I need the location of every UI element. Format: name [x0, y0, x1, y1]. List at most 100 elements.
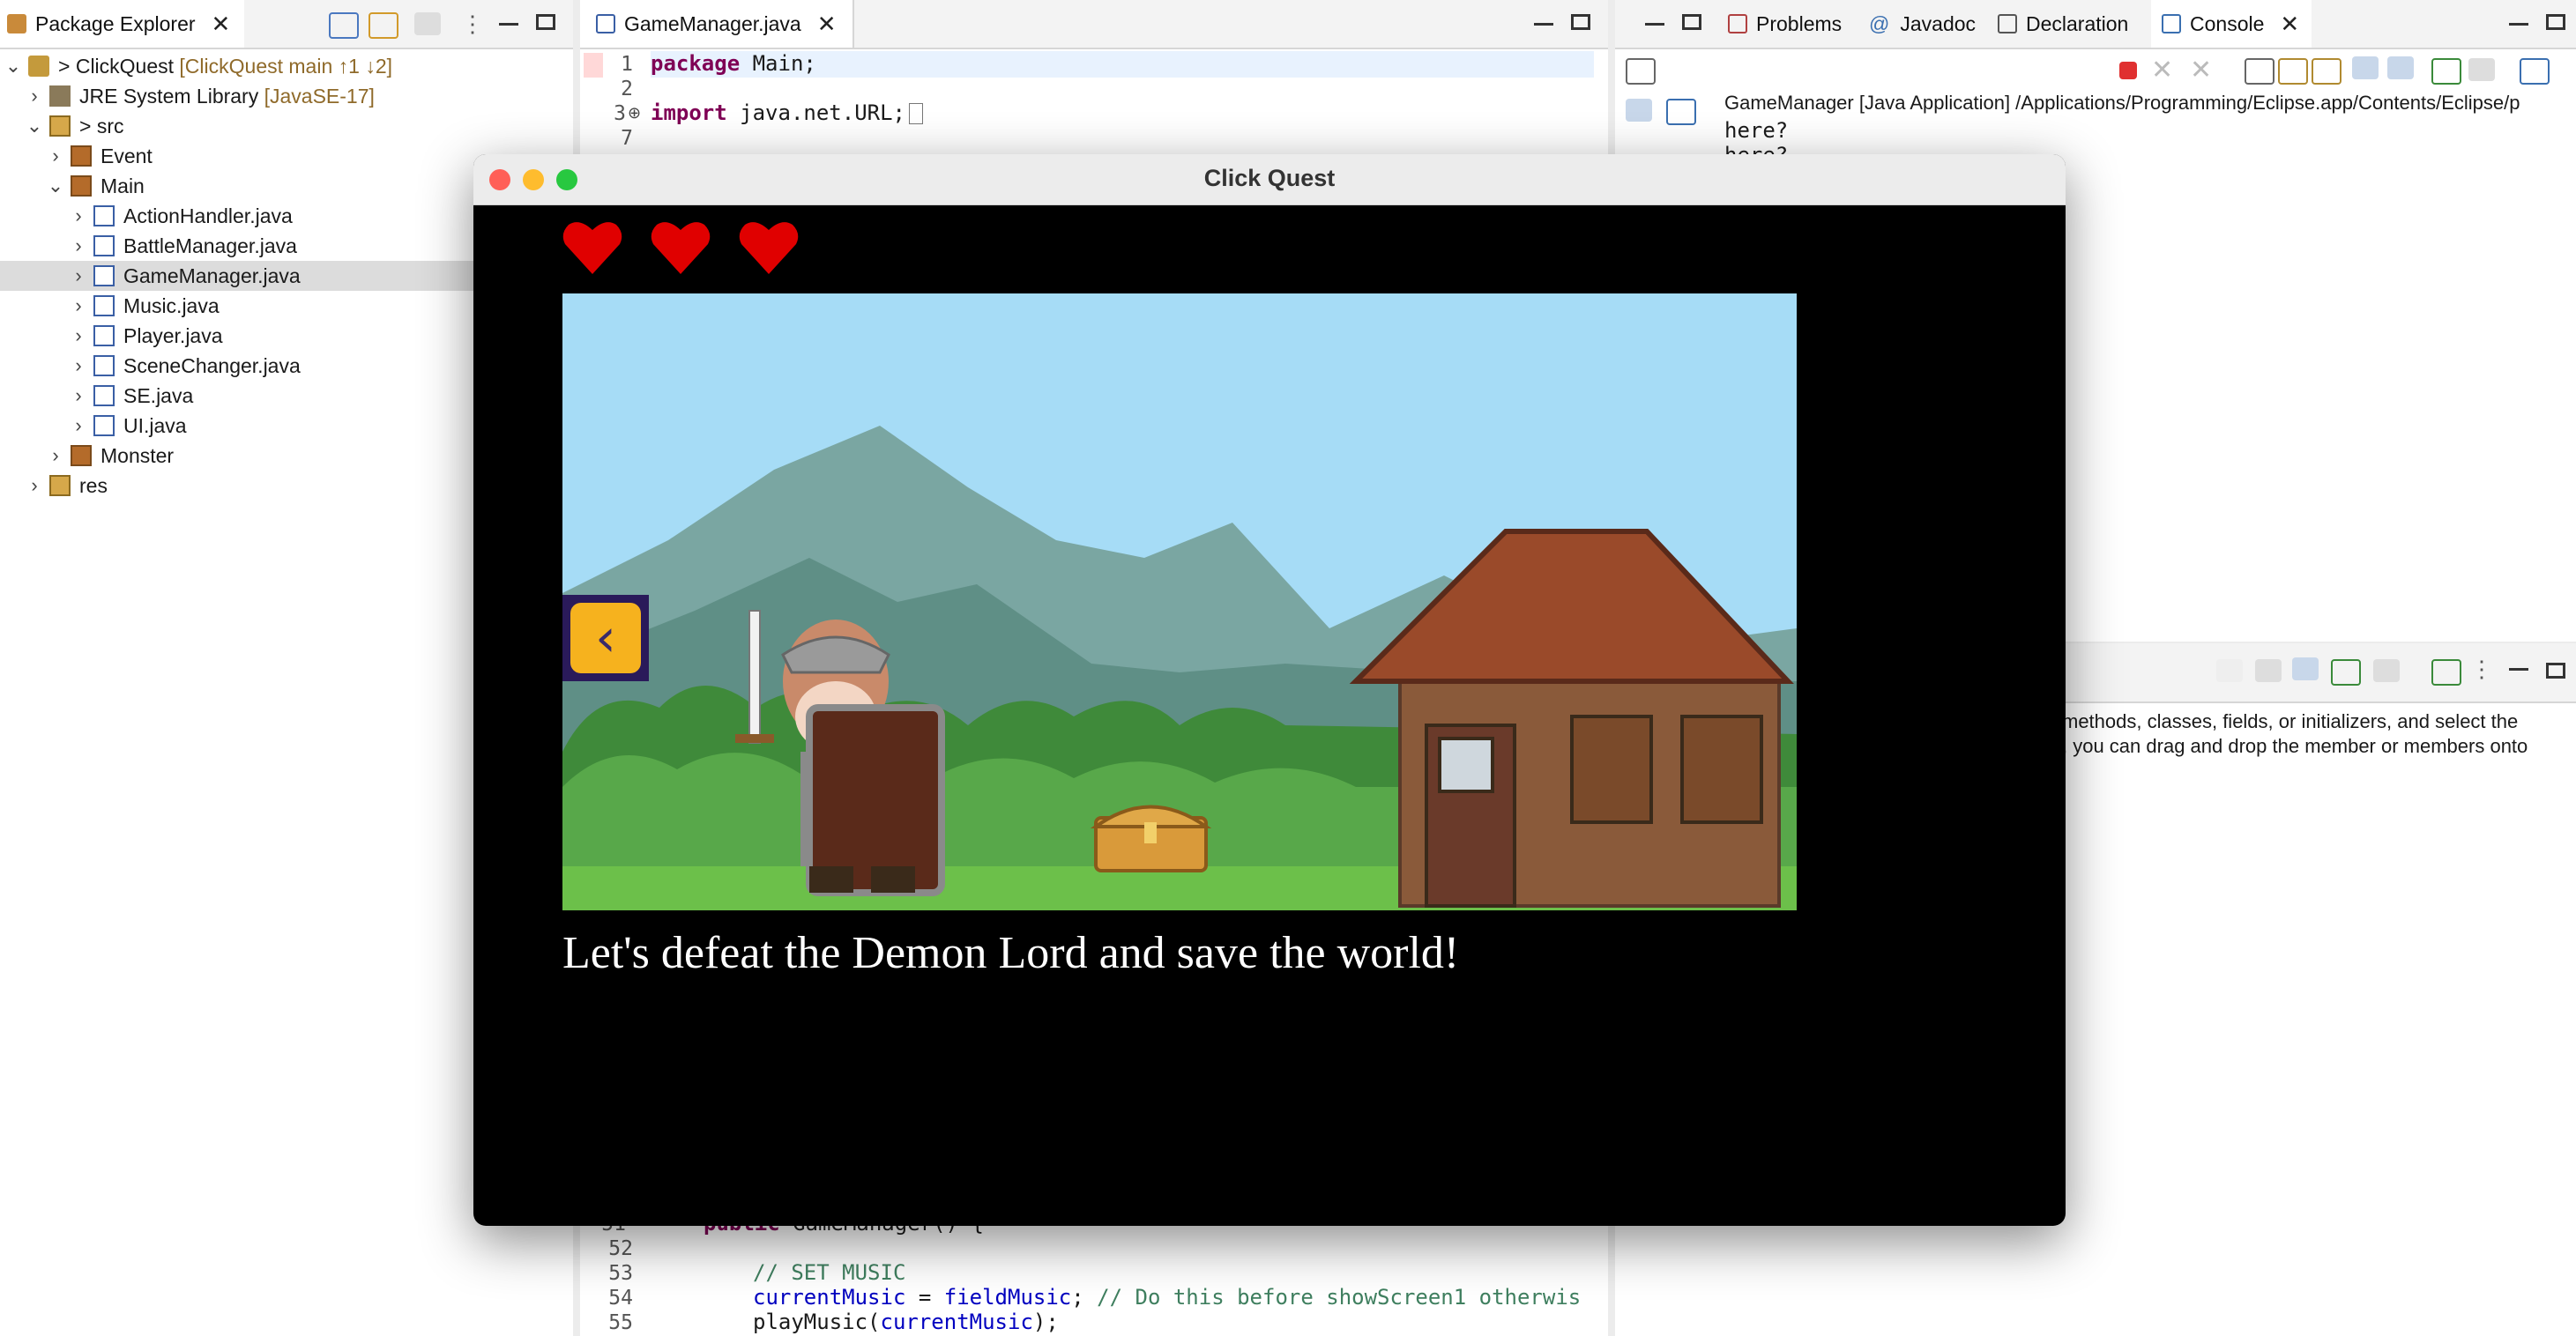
show-on-error-icon[interactable] — [2387, 56, 2414, 79]
folded-marker[interactable] — [909, 103, 923, 124]
code-line-1[interactable]: package Main; — [651, 51, 816, 76]
chevron-right-icon[interactable]: › — [69, 354, 88, 377]
folder-icon — [49, 475, 71, 496]
chevron-right-icon[interactable]: › — [46, 145, 65, 167]
word-wrap-icon[interactable] — [2312, 58, 2341, 85]
tree-jre-library[interactable]: › JRE System Library [JavaSE-17] — [0, 81, 375, 111]
maximize-icon[interactable] — [2546, 14, 2565, 30]
display-console-icon[interactable] — [2468, 58, 2495, 81]
file-label: Player.java — [123, 323, 223, 347]
tree-package-event[interactable]: › Event — [0, 141, 153, 171]
code-line-54[interactable]: currentMusic = fieldMusic; // Do this be… — [753, 1285, 1599, 1310]
java-file-icon — [596, 14, 615, 33]
collapse-all-icon[interactable] — [329, 12, 359, 39]
tree-file[interactable]: › ActionHandler.java — [0, 201, 292, 231]
comment: // Do this before showScreen1 otherwis — [1097, 1285, 1582, 1310]
chevron-right-icon[interactable]: › — [69, 324, 88, 347]
minimize-icon[interactable] — [1645, 18, 1664, 26]
stop-icon[interactable] — [2255, 659, 2282, 682]
game-window-titlebar[interactable]: Click Quest — [473, 154, 2066, 205]
chevron-down-icon[interactable]: ⌄ — [46, 174, 65, 197]
tab-problems[interactable]: Problems — [1723, 0, 1854, 48]
project-name: ClickQuest — [75, 54, 175, 78]
link-with-editor-icon[interactable] — [369, 12, 398, 39]
tree-file[interactable]: › Music.java — [0, 291, 219, 321]
tab-package-explorer-label: Package Explorer — [35, 11, 196, 35]
hierarchy-icon[interactable] — [1666, 99, 1696, 125]
tree-layout-icon[interactable] — [2292, 657, 2319, 680]
game-scene[interactable] — [562, 293, 1797, 910]
pin-icon[interactable] — [2431, 659, 2461, 686]
view-menu-icon[interactable]: ⋮ — [2470, 656, 2493, 683]
tab-javadoc[interactable]: @ Javadoc — [1864, 0, 1988, 48]
source-folder-icon — [49, 115, 71, 137]
chevron-right-icon[interactable]: › — [46, 444, 65, 467]
chevron-right-icon[interactable]: › — [69, 264, 88, 287]
code-line-53[interactable]: // SET MUSIC — [753, 1260, 905, 1285]
chevron-right-icon[interactable]: › — [69, 234, 88, 257]
code-line-3[interactable]: import java.net.URL; — [651, 100, 923, 125]
sync-icon[interactable] — [2216, 659, 2243, 682]
tree-file[interactable]: › SE.java — [0, 381, 193, 411]
back-arrow-button[interactable]: ‹ — [562, 595, 649, 681]
tree-src-folder[interactable]: ⌄ > src — [0, 111, 124, 141]
line-number: 3 — [614, 102, 626, 125]
pin-console-icon[interactable] — [2431, 58, 2461, 85]
chevron-down-icon[interactable]: ⌄ — [4, 55, 23, 78]
maximize-icon[interactable] — [536, 14, 555, 30]
tab-console[interactable]: Console ✕ — [2151, 0, 2312, 48]
remove-launch-icon[interactable]: ✕ — [2151, 55, 2173, 85]
layout-menu-icon[interactable] — [2373, 659, 2400, 682]
code-line-55[interactable]: playMusic(currentMusic); — [753, 1310, 1059, 1334]
tree-file[interactable]: › BattleManager.java — [0, 231, 297, 261]
console-output-line[interactable]: here? — [1724, 118, 1788, 143]
new-view-icon[interactable] — [1626, 58, 1656, 85]
tree-package-monster[interactable]: › Monster — [0, 441, 174, 471]
dirty-marker: > — [79, 114, 92, 137]
show-on-output-icon[interactable] — [2352, 56, 2379, 79]
chevron-right-icon[interactable]: › — [69, 384, 88, 407]
tree-file[interactable]: › SceneChanger.java — [0, 351, 300, 381]
clear-console-icon[interactable] — [2245, 58, 2274, 85]
chevron-right-icon[interactable]: › — [69, 414, 88, 437]
chevron-right-icon[interactable]: › — [69, 204, 88, 227]
tab-declaration[interactable]: Declaration — [1992, 0, 2140, 48]
line-number: 1 — [621, 53, 633, 76]
chevron-right-icon[interactable]: › — [69, 294, 88, 317]
tree-file[interactable]: › Player.java — [0, 321, 223, 351]
heart-icon — [651, 222, 711, 274]
game-window[interactable]: Click Quest ‹ Let's defeat the Demon Lor… — [473, 154, 2066, 1226]
chevron-down-icon[interactable]: ⌄ — [25, 115, 44, 137]
open-console-icon[interactable] — [2520, 58, 2550, 85]
line-number: 2 — [621, 78, 633, 100]
expand-fold-icon[interactable]: ⊕ — [628, 104, 641, 122]
view-menu-icon[interactable]: ⋮ — [461, 11, 484, 38]
tree-project-clickquest[interactable]: ⌄ > ClickQuest [ClickQuest main ↑1 ↓2] — [0, 51, 392, 81]
maximize-icon[interactable] — [1571, 14, 1590, 30]
minimize-icon[interactable] — [1534, 18, 1553, 26]
minimize-icon[interactable] — [2509, 18, 2528, 26]
line-number: 54 — [608, 1287, 633, 1310]
chevron-right-icon[interactable]: › — [25, 85, 44, 108]
treasure-chest[interactable] — [1090, 805, 1212, 872]
minimize-icon[interactable] — [2509, 663, 2528, 671]
maximize-icon[interactable] — [2546, 663, 2565, 679]
package-icon — [71, 445, 92, 466]
minimize-icon[interactable] — [499, 18, 518, 26]
scroll-lock-icon[interactable] — [2278, 58, 2308, 85]
maximize-icon[interactable] — [1682, 14, 1701, 30]
close-icon[interactable]: ✕ — [817, 11, 837, 38]
outline-tree-icon[interactable] — [1626, 99, 1652, 122]
close-icon[interactable]: ✕ — [2280, 11, 2299, 38]
tree-package-main[interactable]: ⌄ Main — [0, 171, 145, 201]
tree-file[interactable]: › UI.java — [0, 411, 186, 441]
remove-all-icon[interactable]: ✕ — [2190, 55, 2212, 85]
tree-res-folder[interactable]: › res — [0, 471, 108, 501]
filters-icon[interactable] — [414, 12, 441, 35]
terminate-icon[interactable] — [2119, 62, 2137, 79]
close-icon[interactable]: ✕ — [212, 11, 231, 38]
tab-gamemanager-java[interactable]: GameManager.java ✕ — [580, 0, 854, 48]
tab-package-explorer[interactable]: Package Explorer ✕ — [0, 0, 245, 48]
chevron-right-icon[interactable]: › — [25, 474, 44, 497]
call-hierarchy-icon[interactable] — [2331, 659, 2361, 686]
